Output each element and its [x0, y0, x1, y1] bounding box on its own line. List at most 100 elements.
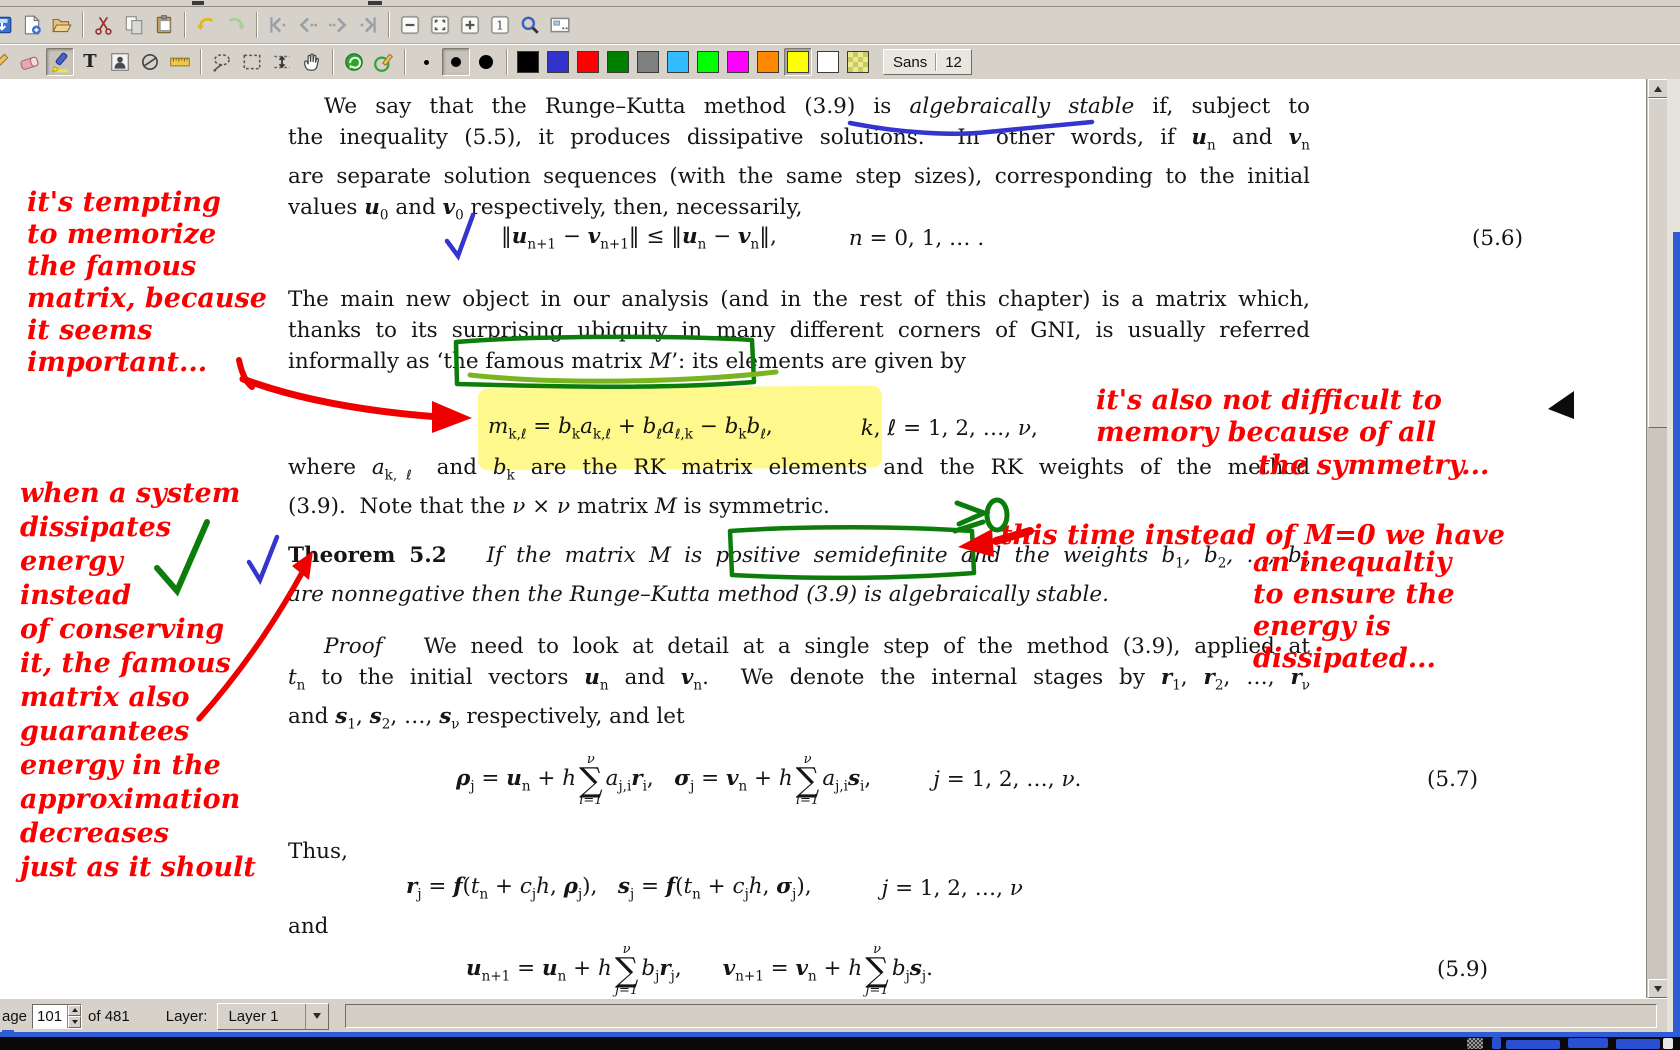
rect-select-icon	[241, 51, 263, 73]
shape-tool-button[interactable]	[136, 48, 164, 76]
color-swatch-white[interactable]	[814, 48, 842, 76]
color-swatch-black[interactable]	[514, 48, 542, 76]
cut-button[interactable]	[90, 11, 118, 39]
new-page-button[interactable]	[18, 11, 46, 39]
vertical-space-button[interactable]	[268, 48, 296, 76]
color-swatch-lightblue[interactable]	[664, 48, 692, 76]
color-swatch-green[interactable]	[604, 48, 632, 76]
page-number-spinner[interactable]: 101	[32, 1004, 82, 1029]
document-canvas[interactable]: We say that the Runge–Kutta method (3.9)…	[0, 79, 1646, 998]
font-family-label: Sans	[893, 54, 927, 71]
combobox-arrow-icon	[313, 1013, 321, 1019]
red-note-tempting: it's temptingto memorizethe famousmatrix…	[27, 187, 267, 379]
color-swatch-red[interactable]	[574, 48, 602, 76]
equation-5-6: ‖un+1 − vn+1‖ ≤ ‖un − vn‖, n = 0, 1, … .…	[288, 219, 1523, 257]
first-page-button[interactable]	[264, 11, 292, 39]
paste-icon	[153, 14, 175, 36]
image-tool-button[interactable]	[106, 48, 134, 76]
color-swatch-yellow[interactable]	[784, 48, 812, 76]
scroll-up-button[interactable]	[1648, 79, 1668, 98]
desktop-taskbar-strip	[0, 1037, 1680, 1050]
color-swatch-blue[interactable]	[544, 48, 572, 76]
taskbar-blue-fragment	[1616, 1039, 1660, 1049]
page-number-value: 101	[33, 1005, 67, 1028]
open-button[interactable]	[48, 11, 76, 39]
green-swatch-icon	[607, 51, 629, 73]
paragraph-proof: Proof We need to look at detail at a sin…	[288, 631, 1310, 741]
text-tool-button[interactable]: T	[76, 48, 104, 76]
color-swatch-custom[interactable]	[844, 48, 872, 76]
spinner-up-button[interactable]	[68, 1005, 81, 1017]
first-page-icon	[267, 14, 289, 36]
zoom-fit-button[interactable]	[426, 11, 454, 39]
main-toolbar: 1	[0, 7, 1680, 44]
color-swatch-magenta[interactable]	[724, 48, 752, 76]
previous-page-button[interactable]	[294, 11, 322, 39]
last-page-icon	[357, 14, 379, 36]
orange-swatch-icon	[757, 51, 779, 73]
window-right-border	[1673, 232, 1680, 1032]
zoom-fit-icon	[429, 14, 451, 36]
highlighter-tool-button[interactable]	[46, 48, 74, 76]
shape-recognizer-button[interactable]	[370, 48, 398, 76]
scrollbar-thumb[interactable]	[1648, 98, 1668, 428]
default-tool-button[interactable]	[340, 48, 368, 76]
layer-combobox-button[interactable]	[305, 1004, 328, 1029]
search-button[interactable]	[516, 11, 544, 39]
ruler-tool-button[interactable]	[166, 48, 194, 76]
zoom-100-button[interactable]: 1	[486, 11, 514, 39]
red-note-symmetry-a: it's also not difficult tomemory because…	[1096, 385, 1442, 449]
rect-select-button[interactable]	[238, 48, 266, 76]
copy-icon	[123, 14, 145, 36]
thickness-fine-button[interactable]	[412, 48, 440, 76]
vertical-scrollbar[interactable]	[1646, 79, 1667, 998]
thickness-thick-button[interactable]	[472, 48, 500, 76]
eraser-icon	[19, 51, 41, 73]
save-button[interactable]	[0, 11, 16, 39]
next-page-button[interactable]	[324, 11, 352, 39]
font-button[interactable]: Sans 12	[883, 49, 972, 75]
lasso-select-button[interactable]	[208, 48, 236, 76]
paragraph-famous-matrix: The main new object in our analysis (and…	[288, 284, 1310, 377]
spinner-arrows[interactable]	[67, 1005, 81, 1028]
paste-button[interactable]	[150, 11, 178, 39]
eraser-tool-button[interactable]	[16, 48, 44, 76]
layer-label: Layer:	[166, 1008, 208, 1025]
xournal-window: { "app": {"name": "xournal-annotator", "…	[0, 0, 1680, 1050]
copy-button[interactable]	[120, 11, 148, 39]
fullscreen-button[interactable]	[546, 11, 574, 39]
new-page-icon	[21, 14, 43, 36]
open-folder-icon	[51, 14, 73, 36]
layer-combobox[interactable]: Layer 1	[217, 1003, 328, 1030]
zoom-in-button[interactable]	[456, 11, 484, 39]
zoom-out-icon	[399, 14, 421, 36]
toolbar-separator	[82, 12, 84, 38]
tools-to olbar: T Sans 12	[0, 44, 1680, 80]
pen-tool-button[interactable]	[0, 48, 14, 76]
default-tool-icon	[343, 51, 365, 73]
word-thus: Thus,	[288, 839, 348, 864]
toolbar-separator	[404, 49, 406, 75]
last-page-button[interactable]	[354, 11, 382, 39]
thickness-medium-button[interactable]	[442, 48, 470, 76]
search-icon	[519, 14, 541, 36]
color-swatch-orange[interactable]	[754, 48, 782, 76]
scroll-down-button[interactable]	[1648, 979, 1668, 998]
save-icon	[0, 14, 13, 36]
equation-5-8: rj = f(tn + cjh, ρj), sj = f(tn + cjh, σ…	[288, 869, 1428, 907]
thickness-fine-icon	[424, 60, 429, 65]
paragraph-algebraic-stability: We say that the Runge–Kutta method (3.9)…	[288, 91, 1310, 232]
undo-button[interactable]	[192, 11, 220, 39]
page-label: age	[2, 1008, 27, 1025]
page-total-label: of 481	[88, 1008, 130, 1025]
color-swatch-gray[interactable]	[634, 48, 662, 76]
equation-5-9-formula: un+1 = un + hν∑j=1bjrj, vn+1 = vn + hν∑j…	[466, 942, 933, 996]
spinner-down-button[interactable]	[68, 1016, 81, 1028]
zoom-out-button[interactable]	[396, 11, 424, 39]
toolbar-separator	[388, 12, 390, 38]
scroll-down-icon	[1654, 986, 1662, 992]
color-swatch-lightgreen[interactable]	[694, 48, 722, 76]
font-size-label: 12	[945, 54, 962, 71]
redo-button[interactable]	[222, 11, 250, 39]
hand-tool-button[interactable]	[298, 48, 326, 76]
